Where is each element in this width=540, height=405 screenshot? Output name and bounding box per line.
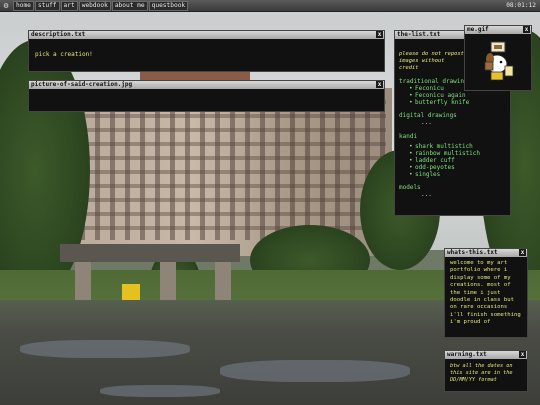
list-item[interactable]: Feconicu again (409, 92, 506, 99)
picture-viewer (29, 89, 384, 97)
more-link[interactable]: ... (421, 191, 506, 199)
section-heading: kandi (399, 133, 418, 140)
nav-webdook-button[interactable]: webdook (78, 0, 111, 11)
window-title: me.gif (467, 26, 489, 33)
more-link[interactable]: ... (421, 119, 506, 127)
picture-window-titlebar[interactable]: picture-of-said-creation.jpg x (29, 81, 384, 89)
me-gif-window-titlebar[interactable]: me.gif x (465, 26, 531, 34)
close-icon[interactable]: x (523, 26, 530, 33)
whats-this-window: whats-this.txt x welcome to my art portf… (444, 248, 528, 338)
repost-notice: please do not repost images without cred… (399, 51, 464, 71)
close-icon[interactable]: x (376, 31, 383, 38)
list-item[interactable]: butterfly knife (409, 99, 506, 106)
warning-window: warning.txt x btw all the dates on this … (444, 350, 528, 392)
nav-stuff-button[interactable]: stuff (34, 0, 60, 11)
list-item[interactable]: odd-peyotes (409, 164, 506, 171)
close-icon[interactable]: x (376, 81, 383, 88)
warning-window-titlebar[interactable]: warning.txt x (445, 351, 527, 359)
description-window: description.txt x pick a creation! (28, 30, 385, 72)
list-item[interactable]: rainbow multistich (409, 150, 506, 157)
list-item[interactable]: ladder cuff (409, 157, 506, 164)
nav-art-button[interactable]: art (60, 0, 78, 11)
taskbar: ⚙ home stuff art webdook about me questb… (0, 0, 540, 12)
nav-home-button[interactable]: home (13, 0, 34, 11)
window-title: warning.txt (447, 351, 487, 358)
description-window-titlebar[interactable]: description.txt x (29, 31, 384, 39)
window-title: the-list.txt (397, 31, 441, 38)
window-title: description.txt (31, 31, 86, 38)
warning-text: btw all the dates on this site are in th… (450, 363, 513, 383)
intro-text: welcome to my art portfolio where i disp… (450, 260, 521, 326)
start-menu-icon[interactable]: ⚙ (1, 1, 11, 11)
window-title: picture-of-said-creation.jpg (31, 81, 133, 88)
me-gif-window: me.gif x (464, 25, 532, 91)
character-sprite-image (477, 40, 521, 84)
nav-about-me-button[interactable]: about me (111, 0, 148, 11)
section-heading: digital drawings (399, 112, 457, 119)
section-heading: models (399, 184, 421, 191)
description-text: pick a creation! (35, 51, 93, 58)
whats-this-window-titlebar[interactable]: whats-this.txt x (445, 249, 527, 257)
taskbar-clock: 08:01:12 (506, 2, 536, 9)
window-title: whats-this.txt (447, 249, 498, 256)
picture-window: picture-of-said-creation.jpg x (28, 80, 385, 112)
close-icon[interactable]: x (519, 249, 526, 256)
list-item[interactable]: shark multistich (409, 143, 506, 150)
list-item[interactable]: singles (409, 171, 506, 178)
close-icon[interactable]: x (519, 351, 526, 358)
nav-questbook-button[interactable]: questbook (148, 0, 189, 11)
